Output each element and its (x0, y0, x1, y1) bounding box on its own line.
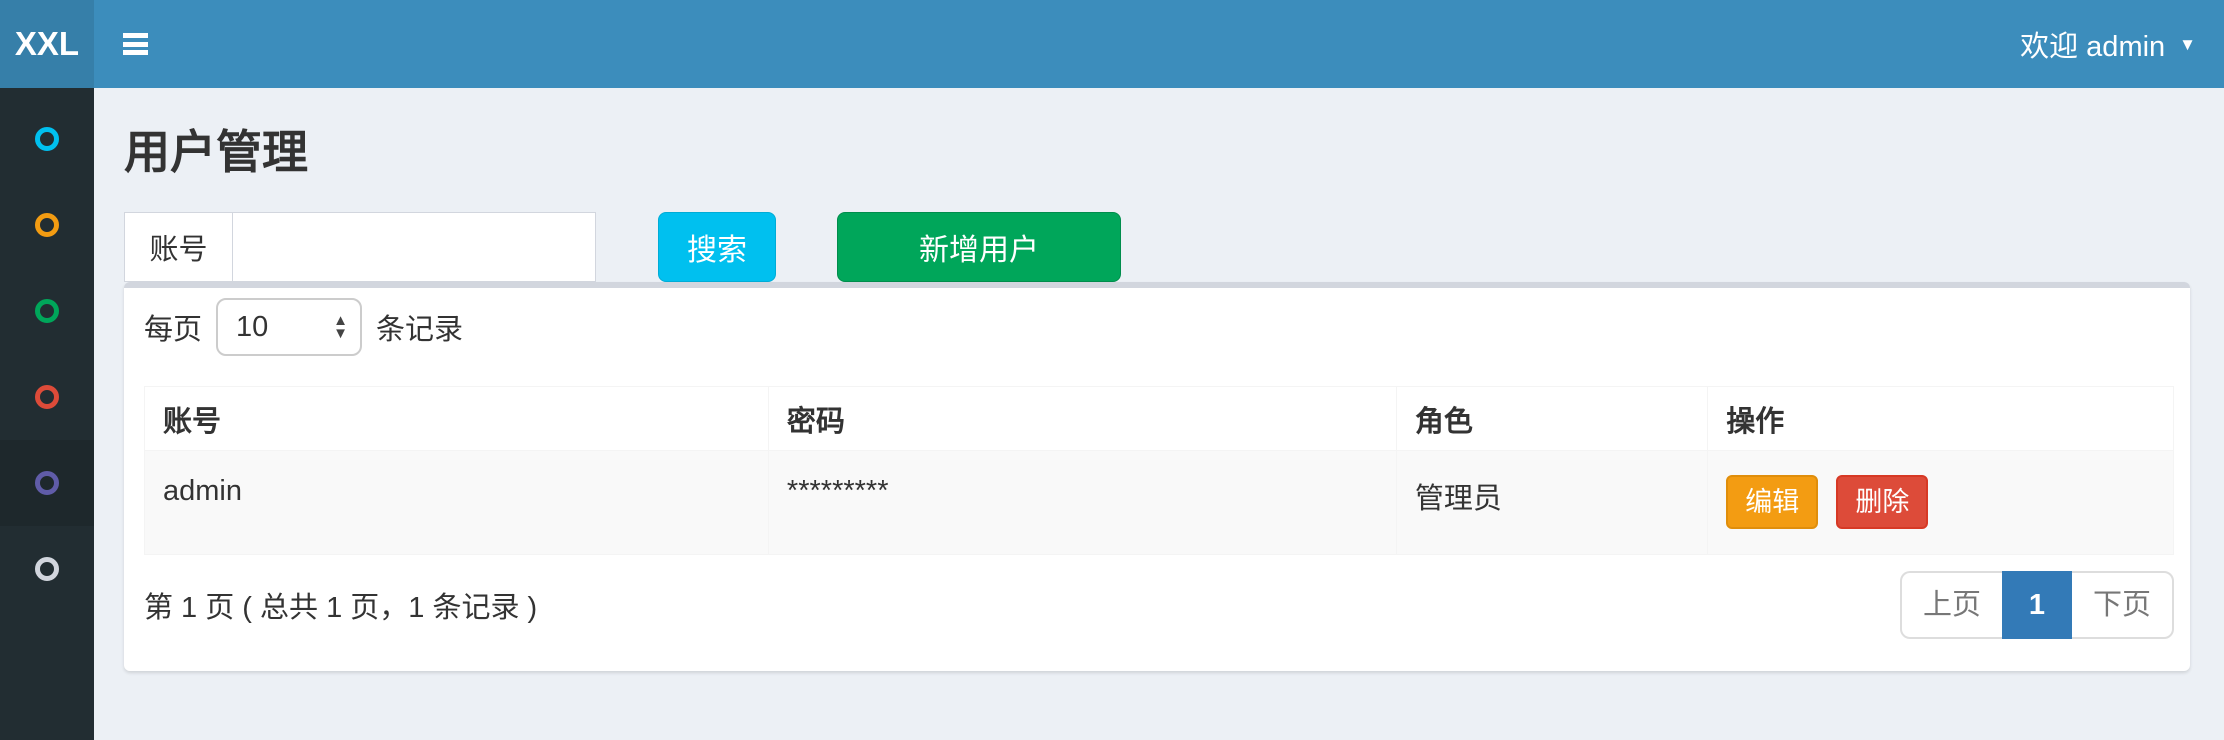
sidebar (0, 88, 94, 740)
spinner-arrows-icon: ▲▼ (333, 314, 348, 340)
pagination-info: 第 1 页 ( 总共 1 页，1 条记录 ) (144, 584, 537, 626)
circle-o-icon (35, 213, 59, 237)
page-size-suffix-label: 条记录 (376, 306, 463, 348)
app-logo[interactable]: XXL (0, 0, 94, 88)
sidebar-item-2[interactable] (0, 182, 94, 268)
cell-password: ********* (768, 451, 1396, 555)
cell-account: admin (145, 451, 769, 555)
user-table: 账号 密码 角色 操作 admin ********* 管理员 编辑 删除 (144, 386, 2174, 555)
account-input-label: 账号 (124, 212, 232, 282)
page-size-select[interactable]: 10 ▲▼ (216, 298, 362, 356)
circle-o-icon (35, 299, 59, 323)
account-search-input[interactable] (232, 212, 596, 282)
delete-button[interactable]: 删除 (1836, 475, 1928, 529)
table-footer: 第 1 页 ( 总共 1 页，1 条记录 ) 上页 1 下页 (144, 571, 2174, 639)
table-row: admin ********* 管理员 编辑 删除 (145, 451, 2174, 555)
hamburger-icon (123, 50, 148, 55)
hamburger-icon (123, 33, 148, 38)
table-header-row: 账号 密码 角色 操作 (145, 387, 2174, 451)
circle-o-icon (35, 471, 59, 495)
user-menu[interactable]: 欢迎 admin ▼ (2020, 23, 2196, 65)
user-table-panel: 每页 10 ▲▼ 条记录 账号 密码 角色 操作 admin (124, 282, 2190, 671)
sidebar-toggle-button[interactable] (123, 33, 148, 55)
account-input-group: 账号 (124, 212, 596, 282)
chevron-down-icon: ▼ (2179, 36, 2196, 53)
top-navbar: XXL 欢迎 admin ▼ (0, 0, 2224, 88)
circle-o-icon (35, 557, 59, 581)
sidebar-item-3[interactable] (0, 268, 94, 354)
page-size-value: 10 (236, 311, 333, 344)
previous-page-button[interactable]: 上页 (1900, 571, 2004, 639)
hamburger-icon (123, 42, 148, 47)
column-header-actions[interactable]: 操作 (1708, 387, 2174, 451)
user-menu-label: 欢迎 admin (2020, 23, 2165, 65)
page-size-prefix-label: 每页 (144, 306, 202, 348)
sidebar-item-user-management[interactable] (0, 440, 94, 526)
page-title: 用户管理 (124, 88, 2190, 182)
column-header-role[interactable]: 角色 (1396, 387, 1707, 451)
cell-actions: 编辑 删除 (1708, 451, 2174, 555)
circle-o-icon (35, 127, 59, 151)
page-size-row: 每页 10 ▲▼ 条记录 (144, 298, 2174, 356)
search-button[interactable]: 搜索 (658, 212, 776, 282)
column-header-password[interactable]: 密码 (768, 387, 1396, 451)
sidebar-menu (0, 88, 94, 612)
sidebar-item-4[interactable] (0, 354, 94, 440)
pagination: 上页 1 下页 (1900, 571, 2174, 639)
circle-o-icon (35, 385, 59, 409)
column-header-account[interactable]: 账号 (145, 387, 769, 451)
sidebar-item-1[interactable] (0, 96, 94, 182)
search-toolbar: 账号 搜索 新增用户 (124, 212, 2190, 282)
add-user-button[interactable]: 新增用户 (837, 212, 1121, 282)
main-content: 用户管理 账号 搜索 新增用户 每页 10 ▲▼ 条记录 账号 密码 (94, 88, 2224, 740)
next-page-button[interactable]: 下页 (2070, 571, 2174, 639)
page-number-button[interactable]: 1 (2002, 571, 2072, 639)
cell-role: 管理员 (1396, 451, 1707, 555)
edit-button[interactable]: 编辑 (1726, 475, 1818, 529)
sidebar-item-6[interactable] (0, 526, 94, 612)
